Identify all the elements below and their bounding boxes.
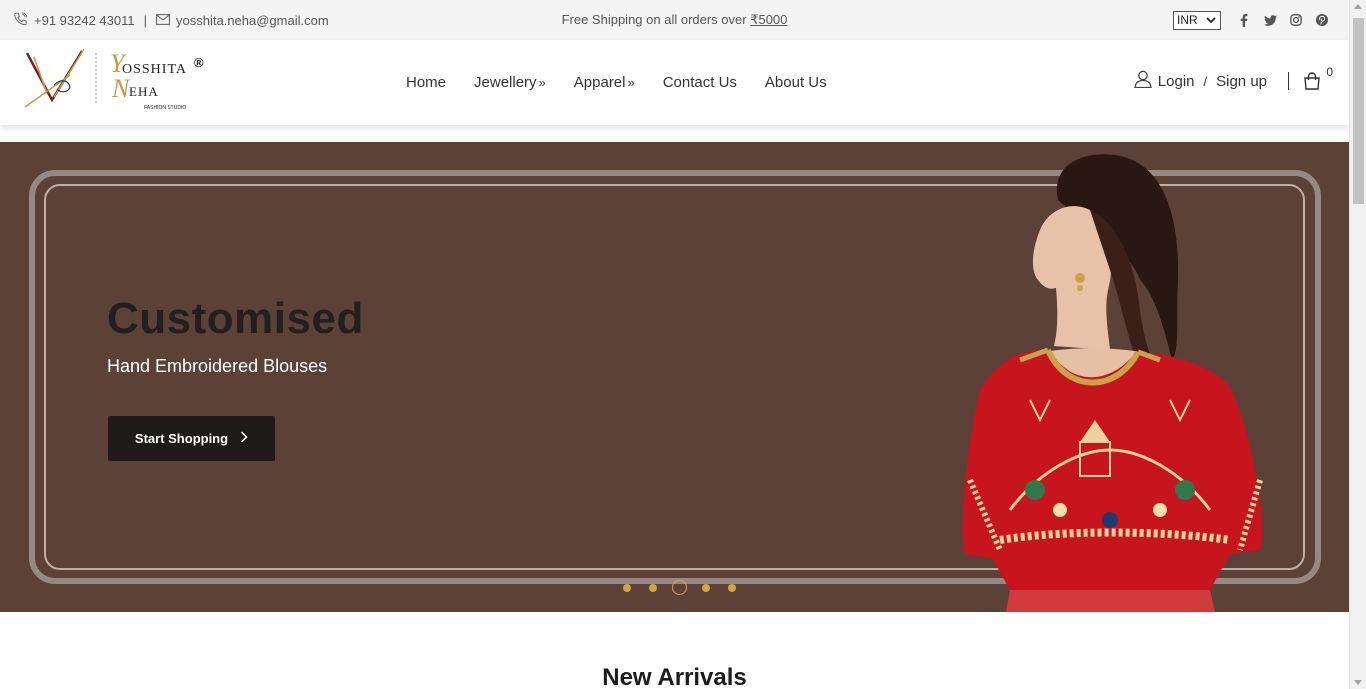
brand-logo[interactable]: Y OSSHITA ® N EHA FASHION STUDIO — [24, 45, 214, 111]
user-icon — [1134, 70, 1152, 92]
start-shopping-label: Start Shopping — [134, 431, 229, 446]
main-header: Y OSSHITA ® N EHA FASHION STUDIO Home Je… — [0, 40, 1349, 125]
chevron-down-icon — [1206, 13, 1216, 27]
nav-item-apparel[interactable]: Apparel » — [574, 74, 635, 91]
shipping-text: Free Shipping on all orders over — [561, 12, 751, 27]
chevron-right-icon — [240, 431, 248, 446]
cart-button[interactable]: 0 — [1303, 65, 1333, 95]
scroll-up-icon[interactable] — [1354, 4, 1362, 9]
top-bar: +91 93242 43011 | yosshita.neha@gmail.co… — [0, 0, 1349, 40]
nav-item-label: Contact Us — [662, 74, 737, 91]
shopping-bag-icon — [1303, 72, 1321, 95]
nav-item-about[interactable]: About Us — [765, 74, 827, 91]
hero-title: Customised — [107, 294, 364, 343]
new-arrivals-heading: New Arrivals — [602, 664, 747, 689]
nav-item-home[interactable]: Home — [406, 74, 446, 91]
twitter-icon[interactable] — [1257, 9, 1283, 31]
logo-initial-n: N — [111, 74, 131, 103]
logo-line1: OSSHITA — [122, 62, 187, 77]
page: +91 93242 43011 | yosshita.neha@gmail.co… — [0, 0, 1349, 689]
logo-tagline: FASHION STUDIO — [144, 105, 186, 111]
slider-dot-5[interactable] — [728, 583, 736, 592]
cart-count: 0 — [1326, 65, 1333, 79]
facebook-icon[interactable] — [1231, 9, 1257, 31]
main-nav: Home Jewellery » Apparel » Contact Us Ab… — [392, 40, 841, 125]
slider-dot-1[interactable] — [623, 583, 631, 592]
nav-item-jewellery[interactable]: Jewellery » — [474, 74, 546, 91]
login-link[interactable]: Login — [1158, 73, 1195, 90]
start-shopping-button[interactable]: Start Shopping — [108, 416, 275, 461]
currency-select[interactable]: INR — [1173, 10, 1221, 30]
slider-dots — [614, 580, 745, 595]
nav-item-label: Apparel — [573, 74, 626, 91]
scroll-down-icon[interactable] — [1354, 680, 1362, 685]
slider-dot-2[interactable] — [649, 583, 657, 592]
shipping-amount: ₹5000 — [750, 12, 788, 27]
nav-item-contact[interactable]: Contact Us — [663, 74, 737, 91]
topbar-right: INR — [1173, 9, 1335, 31]
double-chevron-right-icon: » — [627, 75, 635, 90]
logo-registered: ® — [194, 55, 204, 70]
instagram-icon[interactable] — [1283, 9, 1309, 31]
scrollbar-thumb[interactable] — [1353, 18, 1364, 204]
currency-value: INR — [1177, 13, 1198, 27]
hero-slider: Customised Hand Embroidered Blouses Star… — [0, 142, 1349, 612]
slider-dot-3-active[interactable] — [672, 580, 687, 595]
account-slash: / — [1203, 73, 1208, 89]
slider-dot-4[interactable] — [702, 583, 710, 592]
shipping-banner: Free Shipping on all orders over ₹5000 — [0, 12, 1349, 28]
double-chevron-right-icon: » — [538, 75, 546, 90]
logo-line2: EHA — [129, 84, 159, 99]
nav-item-label: Home — [406, 74, 447, 91]
nav-item-label: About Us — [764, 74, 827, 91]
header-divider — [1288, 72, 1289, 90]
hero-subtitle: Hand Embroidered Blouses — [107, 356, 328, 376]
pinterest-icon[interactable] — [1309, 9, 1335, 31]
nav-item-label: Jewellery — [474, 74, 537, 91]
page-scrollbar[interactable] — [1349, 0, 1366, 689]
hero-model-image — [940, 150, 1300, 612]
signup-link[interactable]: Sign up — [1216, 73, 1267, 90]
account-links: Login / Sign up — [1134, 70, 1267, 92]
